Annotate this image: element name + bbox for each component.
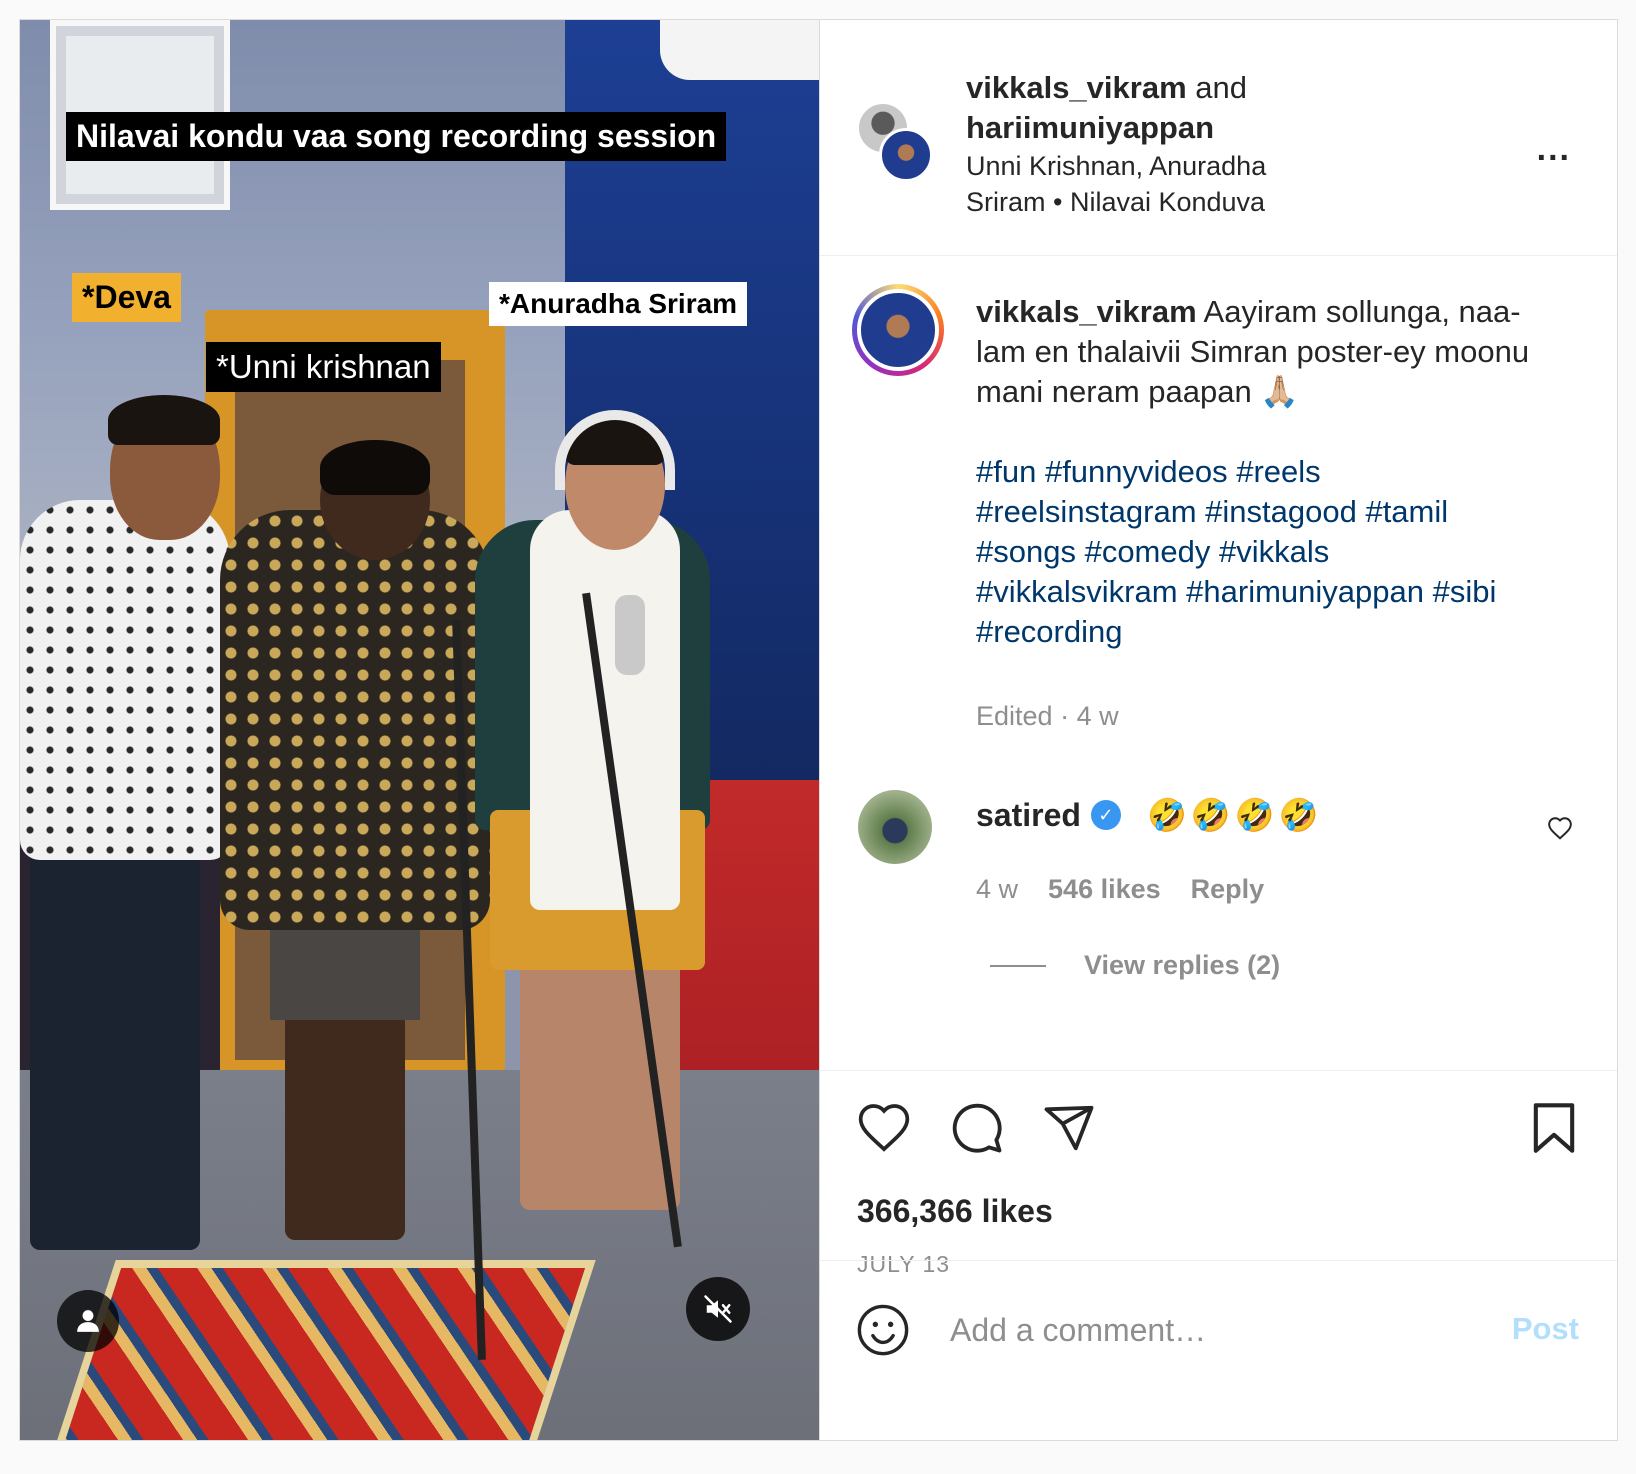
- post-video[interactable]: Nilavai kondu vaa song recording session…: [20, 20, 820, 1440]
- comment-line: satired ✓ 🤣🤣🤣🤣: [976, 796, 1322, 834]
- post-comment-button[interactable]: Post: [1512, 1311, 1579, 1347]
- caption-avatar[interactable]: [852, 284, 944, 376]
- share-icon[interactable]: [1042, 1101, 1096, 1155]
- post-details: vikkals_vikram and hariimuniyappan Unni …: [820, 20, 1617, 1440]
- video-tag-unni: *Unni krishnan: [206, 342, 441, 392]
- comment-text: 🤣🤣🤣🤣: [1146, 797, 1323, 833]
- comment-meta: 4 w 546 likes Reply: [976, 874, 1264, 905]
- mute-button[interactable]: [686, 1277, 750, 1341]
- comment-likes[interactable]: 546 likes: [1048, 874, 1161, 905]
- emoji-button[interactable]: [856, 1303, 910, 1357]
- caption-username[interactable]: vikkals_vikram: [976, 294, 1197, 329]
- comment-reply-button[interactable]: Reply: [1191, 874, 1265, 905]
- audio-attribution-2[interactable]: Sriram • Nilavai Konduva: [966, 184, 1366, 220]
- person-deva-hair: [108, 395, 220, 445]
- more-icon: ...: [1536, 130, 1571, 168]
- person-deva-legs: [30, 840, 200, 1250]
- save-button[interactable]: [1531, 1103, 1577, 1153]
- caption-time[interactable]: 4 w: [1077, 701, 1119, 731]
- edited-label: Edited: [976, 701, 1053, 731]
- heart-icon: [1547, 816, 1573, 840]
- post-header: vikkals_vikram and hariimuniyappan Unni …: [820, 20, 1617, 256]
- caption-meta: Edited · 4 w: [976, 701, 1119, 731]
- commenter-avatar[interactable]: [858, 790, 932, 864]
- view-replies-label: View replies (2): [1084, 950, 1281, 980]
- heart-icon[interactable]: [856, 1101, 912, 1155]
- action-icons: [856, 1101, 1096, 1155]
- collab-avatars[interactable]: [857, 102, 937, 182]
- person-unni-hair: [320, 440, 430, 495]
- comment-icon[interactable]: [950, 1101, 1004, 1155]
- person-icon: [75, 1308, 101, 1334]
- post-frame: Nilavai kondu vaa song recording session…: [19, 19, 1618, 1441]
- person-unni-shawl: [220, 510, 490, 930]
- rug: [44, 1260, 596, 1440]
- verified-badge-icon: ✓: [1090, 800, 1121, 830]
- caption-hashtags[interactable]: #fun #funnyvideos #reels #reelsinstagram…: [976, 452, 1536, 652]
- person-unni-legs: [285, 1010, 405, 1240]
- audio-attribution-1[interactable]: Unni Krishnan, Anuradha: [966, 148, 1366, 184]
- person-deva-shirt: [20, 500, 230, 860]
- header-text: vikkals_vikram and hariimuniyappan Unni …: [966, 68, 1366, 220]
- replies-dash: [990, 964, 1046, 967]
- caption-text: vikkals_vikram Aayiram sollunga, naa-lam…: [976, 292, 1536, 652]
- comment-username[interactable]: satired: [976, 797, 1081, 834]
- video-tag-deva: *Deva: [72, 273, 181, 322]
- tagged-users-button[interactable]: [57, 1290, 119, 1352]
- ac-unit: [660, 20, 819, 80]
- header-username-1[interactable]: vikkals_vikram: [966, 70, 1187, 105]
- view-replies-button[interactable]: View replies (2): [990, 950, 1280, 981]
- video-overlay-title: Nilavai kondu vaa song recording session: [66, 112, 727, 161]
- more-options-button[interactable]: ...: [1537, 132, 1571, 166]
- speaker-muted-icon: [703, 1294, 733, 1324]
- comment-input[interactable]: [950, 1305, 1450, 1355]
- microphone: [615, 595, 645, 675]
- avatar-vikkals-vikram[interactable]: [879, 128, 933, 182]
- smiley-icon: [856, 1303, 910, 1357]
- likes-count[interactable]: 366,366 likes: [857, 1193, 1053, 1230]
- bookmark-icon: [1531, 1103, 1577, 1153]
- video-tag-anuradha: *Anuradha Sriram: [489, 282, 748, 327]
- header-username-2[interactable]: hariimuniyappan: [966, 110, 1214, 145]
- add-comment-bar: Post: [820, 1260, 1617, 1442]
- header-and: and: [1195, 70, 1247, 105]
- comment-like-button[interactable]: [1547, 816, 1573, 840]
- comment-time[interactable]: 4 w: [976, 874, 1018, 905]
